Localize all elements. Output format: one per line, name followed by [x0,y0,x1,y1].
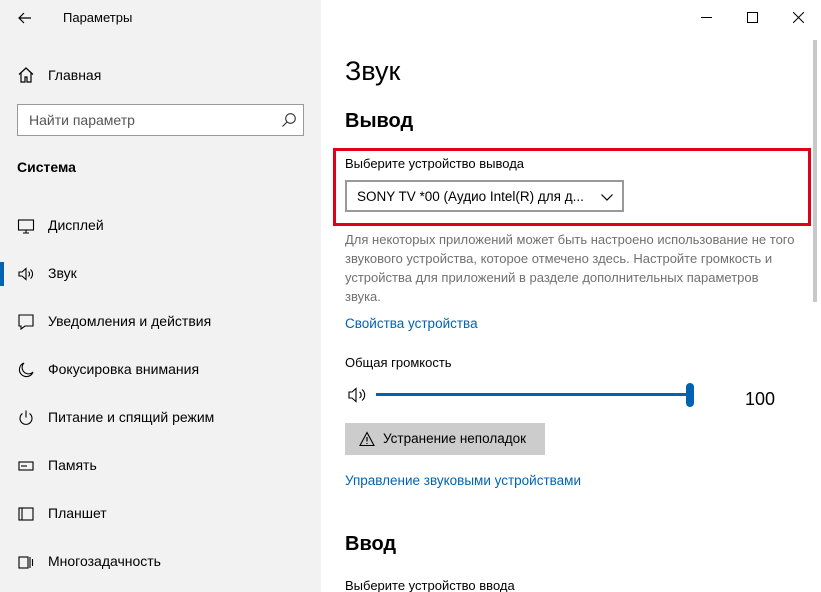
sidebar-item-notifications[interactable]: Уведомления и действия [0,302,321,342]
sidebar-item-label: Память [48,457,97,473]
minimize-icon [700,16,712,18]
moon-icon [18,362,34,378]
output-device-dropdown[interactable]: SONY TV *00 (Аудио Intel(R) для д... [345,180,624,212]
minimize-button[interactable] [683,0,729,34]
back-button[interactable] [10,5,40,31]
search-input[interactable] [18,105,268,135]
sidebar-item-label: Уведомления и действия [48,313,212,329]
sidebar-item-label: Питание и спящий режим [48,409,215,425]
warning-icon [359,431,375,447]
output-device-label: Выберите устройство вывода [345,156,525,171]
sidebar-item-display[interactable]: Дисплей [0,206,321,246]
sidebar-item-label: Звук [48,265,77,281]
sidebar-item-label: Дисплей [48,217,104,233]
output-device-value: SONY TV *00 (Аудио Intel(R) для д... [357,189,584,204]
speaker-icon [18,267,33,281]
sidebar-item-multitasking[interactable]: Многозадачность [0,542,321,582]
output-section-title: Вывод [345,110,414,132]
volume-slider-track[interactable] [376,393,692,396]
multitask-icon [18,556,34,569]
monitor-icon [17,219,35,234]
active-indicator [0,262,4,286]
device-properties-link[interactable]: Свойства устройства [345,316,478,331]
sidebar-item-label: Планшет [48,505,107,521]
volume-icon[interactable] [348,386,370,404]
notification-icon [18,314,34,331]
sidebar-item-sound[interactable]: Звук [0,254,321,294]
close-button[interactable] [775,0,821,34]
sidebar-item-focus[interactable]: Фокусировка внимания [0,350,321,390]
search-box[interactable] [17,104,304,136]
maximize-button[interactable] [729,0,775,34]
sidebar-item-power[interactable]: Питание и спящий режим [0,398,321,438]
window-controls [683,0,821,36]
tablet-icon [18,507,34,521]
volume-label: Общая громкость [345,355,452,370]
input-device-label: Выберите устройство ввода [345,578,515,592]
close-icon [792,11,804,23]
search-icon[interactable] [281,112,297,128]
storage-icon [18,461,34,471]
chevron-down-icon [601,194,613,201]
page-title: Звук [345,56,401,86]
section-heading: Система [17,159,76,175]
volume-value: 100 [745,389,776,409]
back-arrow-icon [18,12,31,24]
sidebar-item-storage[interactable]: Память [0,446,321,486]
sidebar-item-home[interactable]: Главная [0,58,321,92]
volume-slider-thumb[interactable] [686,383,694,407]
titlebar: Параметры [0,0,321,36]
output-description: Для некоторых приложений может быть наст… [345,232,795,304]
troubleshoot-button[interactable]: Устранение неполадок [345,423,545,455]
troubleshoot-label: Устранение неполадок [383,431,527,446]
power-icon [19,410,33,425]
sidebar-item-label: Многозадачность [48,553,161,569]
maximize-icon [746,11,758,23]
sidebar-item-tablet[interactable]: Планшет [0,494,321,534]
input-section-title: Ввод [345,533,397,555]
sidebar-item-label: Фокусировка внимания [48,361,200,377]
scrollbar[interactable] [813,40,817,302]
sidebar-item-label: Главная [48,67,102,83]
app-title: Параметры [63,10,133,25]
home-icon [18,67,34,83]
manage-sound-devices-link[interactable]: Управление звуковыми устройствами [345,473,581,488]
sidebar: Параметры Главная Система Дисплей Звук У… [0,0,321,592]
